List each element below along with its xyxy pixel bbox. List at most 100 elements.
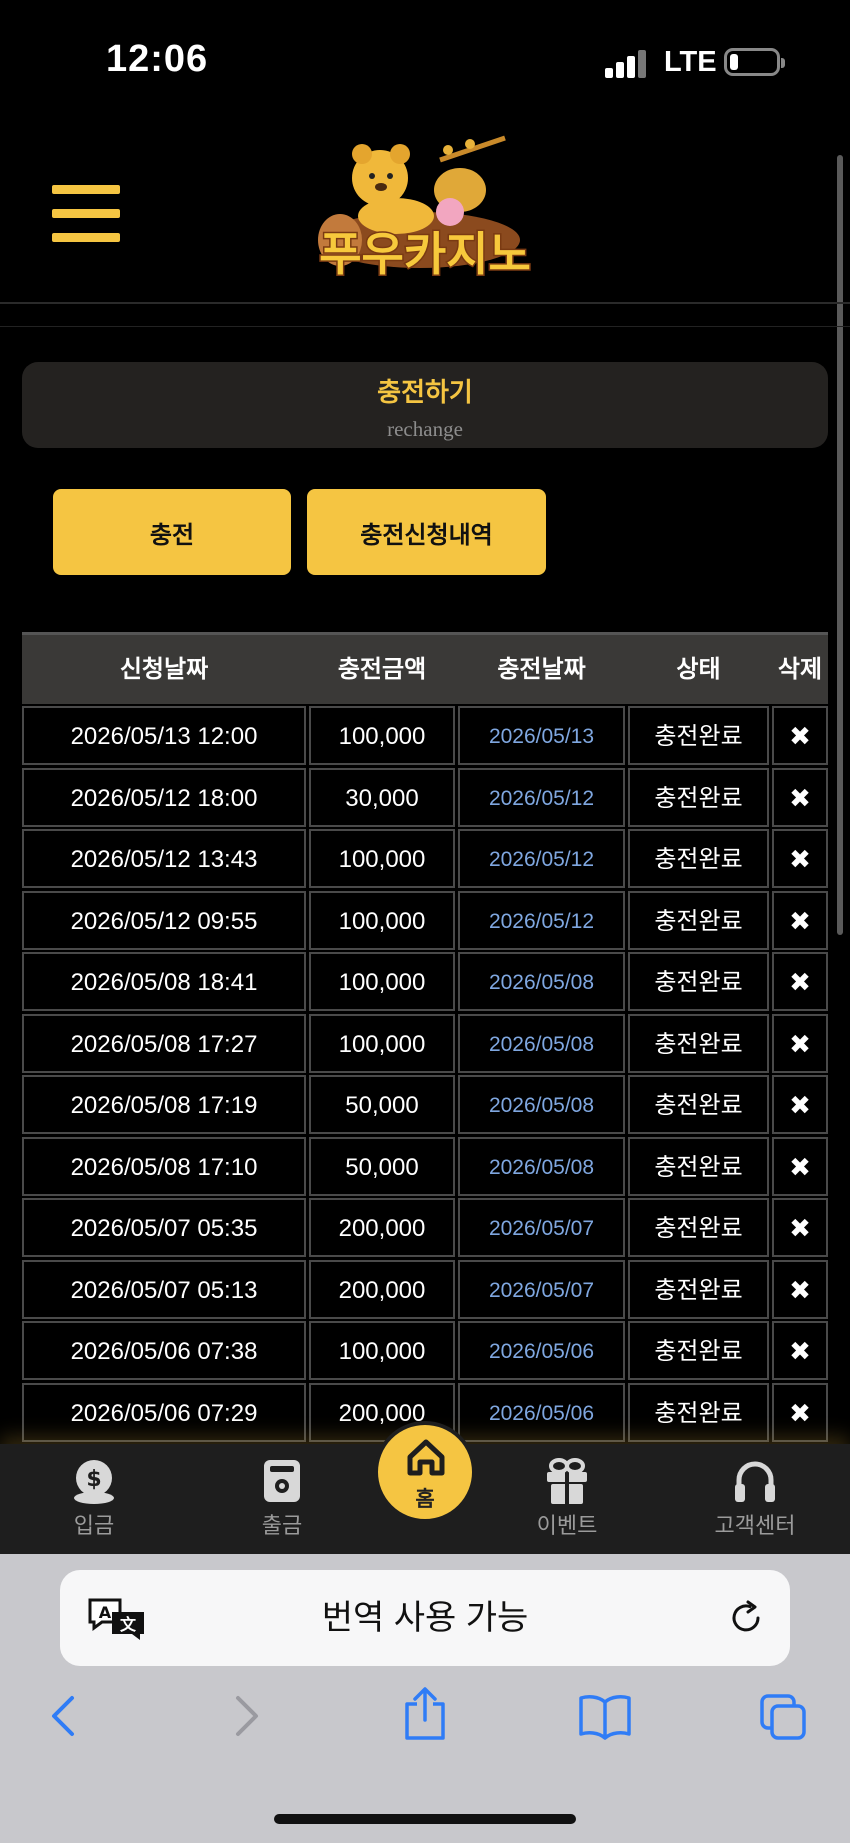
charge-date-cell[interactable]: 2026/05/08 bbox=[458, 952, 625, 1011]
charge-date-cell[interactable]: 2026/05/08 bbox=[458, 1075, 625, 1134]
charge-history-table[interactable]: 신청날짜 충전금액 충전날짜 상태 삭제 2026/05/13 12:00 100… bbox=[22, 632, 828, 1444]
request-date-cell: 2026/05/07 05:35 bbox=[22, 1198, 306, 1257]
nav-support[interactable]: 고객센터 bbox=[695, 1444, 815, 1554]
amount-cell: 50,000 bbox=[309, 1136, 455, 1196]
request-date-cell: 2026/05/13 12:00 bbox=[22, 706, 306, 765]
table-row: 2026/05/07 05:13 200,000 2026/05/07 충전완료 ✖ bbox=[22, 1259, 828, 1321]
delete-icon[interactable]: ✖ bbox=[772, 1382, 828, 1442]
request-date-cell: 2026/05/08 18:41 bbox=[22, 952, 306, 1011]
logo-text: 푸우카지노 bbox=[319, 227, 531, 281]
charge-date-cell[interactable]: 2026/05/08 bbox=[458, 1013, 625, 1073]
status-cell: 충전완료 bbox=[628, 1075, 769, 1134]
nav-home-button[interactable]: 홈 bbox=[374, 1421, 476, 1523]
battery-icon bbox=[724, 48, 785, 76]
request-date-cell: 2026/05/06 07:29 bbox=[22, 1382, 306, 1442]
charge-date-cell[interactable]: 2026/05/06 bbox=[458, 1382, 625, 1442]
delete-icon[interactable]: ✖ bbox=[772, 890, 828, 950]
status-cell: 충전완료 bbox=[628, 767, 769, 827]
status-cell: 충전완료 bbox=[628, 1136, 769, 1196]
request-date-cell: 2026/05/08 17:10 bbox=[22, 1136, 306, 1196]
charge-date-cell[interactable]: 2026/05/12 bbox=[458, 890, 625, 950]
table-row: 2026/05/13 12:00 100,000 2026/05/13 충전완료 ✖ bbox=[22, 706, 828, 767]
charge-button[interactable]: 충전 bbox=[53, 489, 291, 575]
status-cell: 충전완료 bbox=[628, 1259, 769, 1319]
reload-icon[interactable] bbox=[728, 1600, 764, 1636]
nav-event[interactable]: 이벤트 bbox=[507, 1444, 627, 1554]
charge-date-cell[interactable]: 2026/05/07 bbox=[458, 1198, 625, 1257]
translate-bar[interactable]: A 文 번역 사용 가능 bbox=[60, 1570, 790, 1666]
gift-icon bbox=[547, 1458, 587, 1504]
status-cell: 충전완료 bbox=[628, 706, 769, 765]
nav-event-label: 이벤트 bbox=[536, 1513, 598, 1538]
charge-date-cell[interactable]: 2026/05/13 bbox=[458, 706, 625, 765]
headphones-icon bbox=[735, 1461, 775, 1502]
delete-icon[interactable]: ✖ bbox=[772, 1075, 828, 1134]
table-row: 2026/05/08 17:27 100,000 2026/05/08 충전완료 ✖ bbox=[22, 1013, 828, 1075]
header-amount: 충전금액 bbox=[337, 656, 427, 683]
delete-icon[interactable]: ✖ bbox=[772, 1259, 828, 1319]
delete-icon[interactable]: ✖ bbox=[772, 1321, 828, 1380]
menu-icon[interactable] bbox=[52, 185, 120, 243]
network-label: LTE bbox=[664, 46, 717, 78]
charge-date-cell[interactable]: 2026/05/12 bbox=[458, 829, 625, 888]
amount-cell: 100,000 bbox=[309, 1013, 455, 1073]
home-icon bbox=[407, 1439, 445, 1476]
charge-date-cell[interactable]: 2026/05/08 bbox=[458, 1136, 625, 1196]
status-cell: 충전완료 bbox=[628, 1198, 769, 1257]
charge-history-button[interactable]: 충전신청내역 bbox=[307, 489, 546, 575]
status-cell: 충전완료 bbox=[628, 1321, 769, 1380]
request-date-cell: 2026/05/06 07:38 bbox=[22, 1321, 306, 1380]
nav-deposit[interactable]: $ 입금 bbox=[34, 1444, 154, 1554]
delete-icon[interactable]: ✖ bbox=[772, 1198, 828, 1257]
table-row: 2026/05/12 18:00 30,000 2026/05/12 충전완료 ✖ bbox=[22, 767, 828, 829]
delete-icon[interactable]: ✖ bbox=[772, 1013, 828, 1073]
header-status: 상태 bbox=[676, 656, 721, 683]
back-icon[interactable] bbox=[46, 1692, 80, 1740]
charge-date-cell[interactable]: 2026/05/12 bbox=[458, 767, 625, 827]
delete-icon[interactable]: ✖ bbox=[772, 829, 828, 888]
request-date-cell: 2026/05/12 13:43 bbox=[22, 829, 306, 888]
amount-cell: 50,000 bbox=[309, 1075, 455, 1134]
table-row: 2026/05/12 09:55 100,000 2026/05/12 충전완료 ✖ bbox=[22, 890, 828, 952]
delete-icon[interactable]: ✖ bbox=[772, 1136, 828, 1196]
status-cell: 충전완료 bbox=[628, 1382, 769, 1442]
table-row: 2026/05/08 17:10 50,000 2026/05/08 충전완료 ✖ bbox=[22, 1136, 828, 1198]
bookmarks-icon[interactable] bbox=[578, 1692, 632, 1740]
forward-icon[interactable] bbox=[230, 1692, 264, 1740]
translate-text: 번역 사용 가능 bbox=[321, 1599, 529, 1637]
status-cell: 충전완료 bbox=[628, 829, 769, 888]
share-icon[interactable] bbox=[402, 1686, 448, 1742]
table-row: 2026/05/06 07:38 100,000 2026/05/06 충전완료 ✖ bbox=[22, 1321, 828, 1382]
page-title-panel: 충전하기 rechange bbox=[22, 362, 828, 448]
header-divider-2 bbox=[0, 326, 850, 327]
amount-cell: 100,000 bbox=[309, 829, 455, 888]
safe-icon bbox=[264, 1460, 300, 1502]
table-row: 2026/05/12 13:43 100,000 2026/05/12 충전완료 ✖ bbox=[22, 829, 828, 890]
page-title: 충전하기 bbox=[377, 377, 473, 407]
home-indicator bbox=[274, 1814, 576, 1824]
status-cell: 충전완료 bbox=[628, 890, 769, 950]
page-scrollbar[interactable] bbox=[837, 155, 843, 935]
dollar-coin-icon: $ bbox=[74, 1460, 114, 1504]
header-charge-date: 충전날짜 bbox=[497, 656, 586, 683]
nav-withdraw[interactable]: 출금 bbox=[222, 1444, 342, 1554]
delete-icon[interactable]: ✖ bbox=[772, 706, 828, 765]
request-date-cell: 2026/05/12 09:55 bbox=[22, 890, 306, 950]
amount-cell: 100,000 bbox=[309, 1321, 455, 1380]
status-bar: 12:06 LTE bbox=[0, 0, 850, 125]
delete-icon[interactable]: ✖ bbox=[772, 767, 828, 827]
nav-withdraw-label: 출금 bbox=[261, 1513, 303, 1538]
amount-cell: 100,000 bbox=[309, 706, 455, 765]
casino-logo[interactable]: 푸우카지노 bbox=[300, 130, 550, 290]
request-date-cell: 2026/05/08 17:19 bbox=[22, 1075, 306, 1134]
charge-date-cell[interactable]: 2026/05/07 bbox=[458, 1259, 625, 1319]
header-request-date: 신청날짜 bbox=[119, 656, 209, 683]
charge-date-cell[interactable]: 2026/05/06 bbox=[458, 1321, 625, 1380]
status-time: 12:06 bbox=[106, 38, 209, 80]
tabs-icon[interactable] bbox=[758, 1692, 808, 1742]
amount-cell: 100,000 bbox=[309, 952, 455, 1011]
table-header: 신청날짜 충전금액 충전날짜 상태 삭제 bbox=[22, 632, 828, 704]
delete-icon[interactable]: ✖ bbox=[772, 952, 828, 1011]
svg-text:$: $ bbox=[86, 1467, 101, 1492]
request-date-cell: 2026/05/08 17:27 bbox=[22, 1013, 306, 1073]
